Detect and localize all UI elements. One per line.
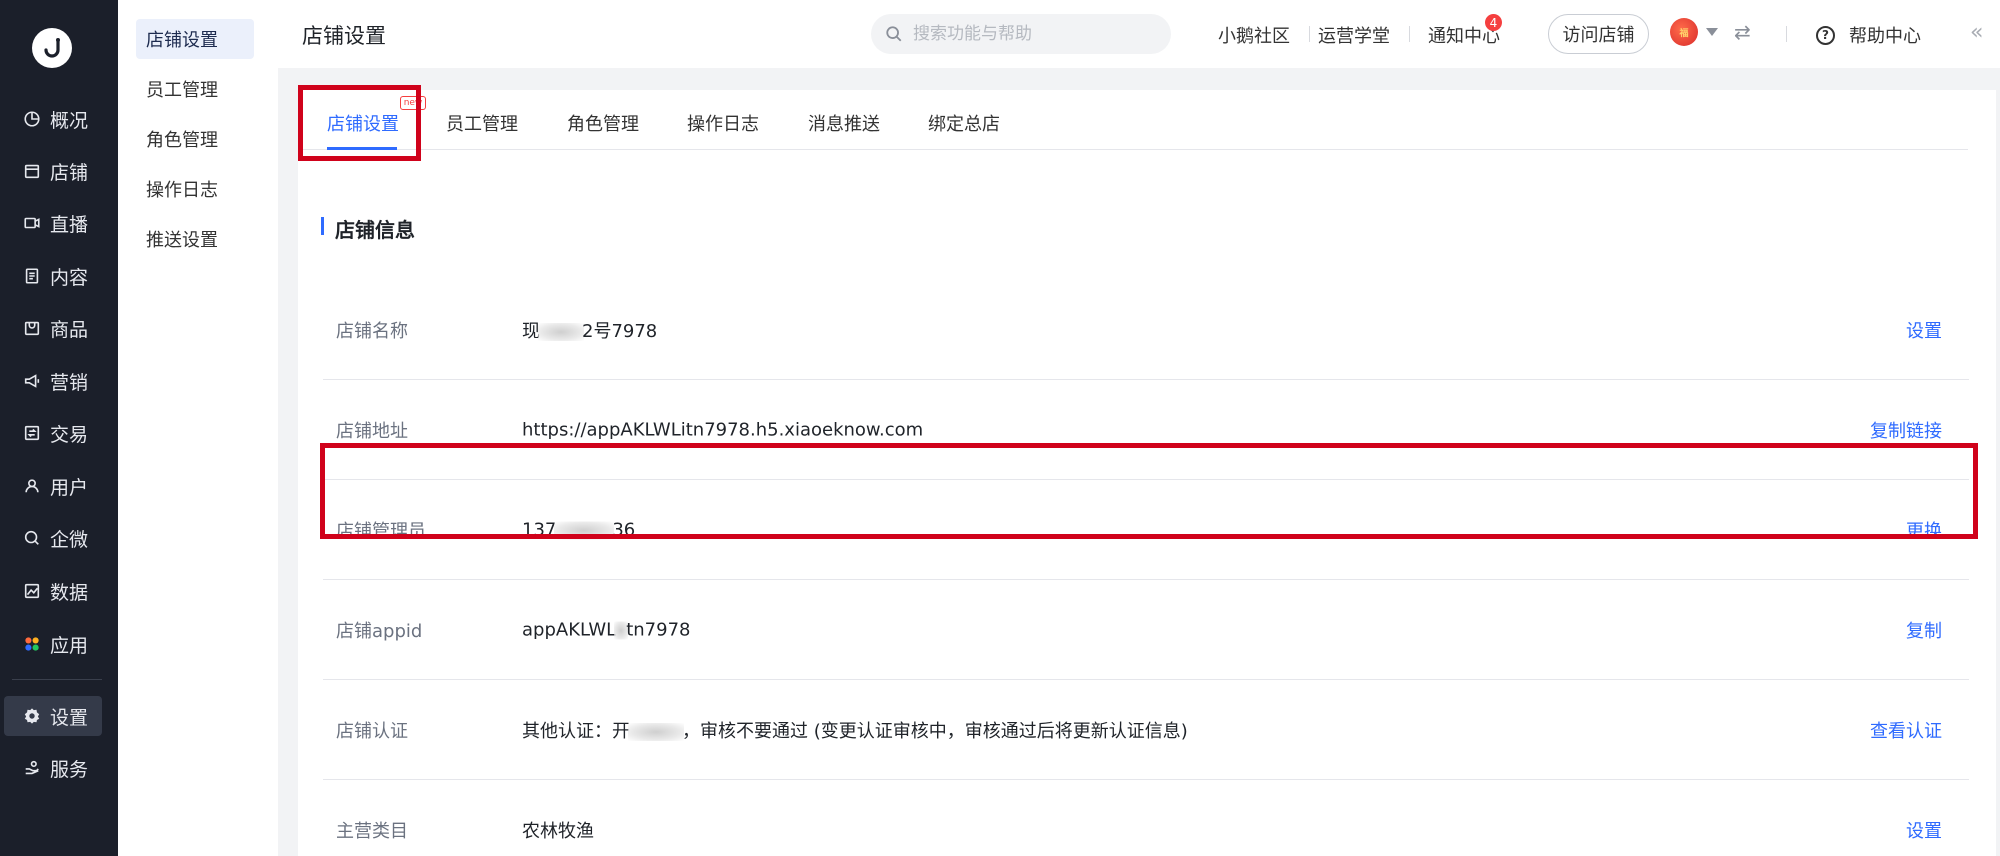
main-card: 店铺设置 new 员工管理 角色管理 操作日志 消息推送 绑定总店 店铺信息 店… <box>298 85 1996 856</box>
academy-link[interactable]: 运营学堂 <box>1318 22 1390 48</box>
chevron-down-icon[interactable] <box>1706 28 1718 36</box>
subnav-item-logs[interactable]: 操作日志 <box>136 169 254 209</box>
nav-item-store[interactable]: 店铺 <box>0 151 118 191</box>
data-icon <box>22 581 42 601</box>
page-title: 店铺设置 <box>302 24 386 48</box>
search-icon <box>886 26 902 42</box>
main-nav: 概况 店铺 直播 内容 商品 营销 交易 用户 企微 数据 应用 设置 服务 <box>0 0 118 856</box>
nav-item-wecom[interactable]: 企微 <box>0 518 118 558</box>
help-icon: ? <box>1816 25 1835 45</box>
copy-appid-button[interactable]: 复制 <box>1906 617 1942 643</box>
nav-item-data[interactable]: 数据 <box>0 571 118 611</box>
live-icon <box>22 213 42 233</box>
tab-bind-head-store[interactable]: 绑定总店 <box>928 110 1000 136</box>
row-value: 农林牧渔 <box>522 820 594 842</box>
row-value: https://appAKLWLitn7978.h5.xiaoeknow.com <box>522 419 924 440</box>
active-tab-indicator <box>327 147 397 150</box>
set-category-button[interactable]: 设置 <box>1906 817 1942 843</box>
row-value: 现 2号7978 <box>522 320 658 342</box>
row-label: 店铺认证 <box>336 720 408 742</box>
row-label: 店铺appid <box>336 620 423 642</box>
info-row-main-category: 主营类目 农林牧渔 设置 <box>323 780 1969 856</box>
nav-divider <box>12 679 102 680</box>
service-icon <box>22 758 42 778</box>
set-name-button[interactable]: 设置 <box>1906 317 1942 343</box>
tab-bar: 店铺设置 new 员工管理 角色管理 操作日志 消息推送 绑定总店 <box>298 90 1968 150</box>
row-label: 店铺名称 <box>336 320 408 342</box>
info-row-store-name: 店铺名称 现 2号7978 设置 <box>323 280 1969 380</box>
row-value: 其他认证：开 ，审核不要通过 (变更认证审核中，审核通过后将更新认证信息) <box>522 720 1188 742</box>
gear-icon <box>22 706 42 726</box>
nav-item-product[interactable]: 商品 <box>0 308 118 348</box>
subnav-item-push[interactable]: 推送设置 <box>136 219 254 259</box>
dashboard-icon <box>22 109 42 129</box>
nav-item-content[interactable]: 内容 <box>0 256 118 296</box>
change-admin-button[interactable]: 更换 <box>1906 517 1942 543</box>
subnav-item-staff[interactable]: 员工管理 <box>136 69 254 109</box>
info-row-store-address: 店铺地址 https://appAKLWLitn7978.h5.xiaoekno… <box>323 380 1969 480</box>
header-separator <box>1786 26 1787 42</box>
row-value: 137 36 <box>522 519 636 540</box>
header-separator <box>1309 26 1310 42</box>
subnav-item-roles[interactable]: 角色管理 <box>136 119 254 159</box>
store-icon <box>22 161 42 181</box>
nav-item-live[interactable]: 直播 <box>0 203 118 243</box>
nav-item-apps[interactable]: 应用 <box>0 624 118 664</box>
collapse-icon[interactable]: « <box>1970 20 1983 45</box>
top-header: 店铺设置 小鹅社区 运营学堂 通知中心 4 访问店铺 福 ⇄ ? 帮助中心 « <box>278 0 2000 68</box>
row-label: 店铺地址 <box>336 420 408 442</box>
section-title: 店铺信息 <box>321 214 415 243</box>
visit-store-button[interactable]: 访问店铺 <box>1548 14 1649 54</box>
nav-item-user[interactable]: 用户 <box>0 466 118 506</box>
header-separator <box>1409 26 1410 42</box>
avatar[interactable]: 福 <box>1670 18 1698 46</box>
info-row-store-certification: 店铺认证 其他认证：开 ，审核不要通过 (变更认证审核中，审核通过后将更新认证信息… <box>323 680 1969 780</box>
tab-roles[interactable]: 角色管理 <box>567 110 639 136</box>
app-logo-icon[interactable] <box>32 28 72 68</box>
row-value: appAKLWL tn7978 <box>522 619 691 640</box>
megaphone-icon <box>22 371 42 391</box>
search-input[interactable] <box>913 24 1143 44</box>
apps-icon <box>22 634 42 654</box>
sub-nav: 店铺设置 员工管理 角色管理 操作日志 推送设置 <box>118 0 278 856</box>
product-icon <box>22 318 42 338</box>
info-row-store-admin: 店铺管理员 137 36 更换 <box>323 480 1969 580</box>
nav-item-settings[interactable]: 设置 <box>4 696 102 736</box>
new-tag: new <box>400 96 426 110</box>
tab-store-settings[interactable]: 店铺设置 <box>327 110 399 136</box>
nav-item-marketing[interactable]: 营销 <box>0 361 118 401</box>
subnav-item-store-settings[interactable]: 店铺设置 <box>136 19 254 59</box>
transaction-icon <box>22 423 42 443</box>
info-row-store-appid: 店铺appid appAKLWL tn7978 复制 <box>323 580 1969 680</box>
view-certification-button[interactable]: 查看认证 <box>1870 717 1942 743</box>
community-link[interactable]: 小鹅社区 <box>1218 22 1290 48</box>
search-box[interactable] <box>871 14 1171 54</box>
user-icon <box>22 476 42 496</box>
content-icon <box>22 266 42 286</box>
tab-logs[interactable]: 操作日志 <box>687 110 759 136</box>
nav-item-overview[interactable]: 概况 <box>0 99 118 139</box>
row-label: 店铺管理员 <box>336 520 426 542</box>
notification-badge: 4 <box>1485 14 1502 31</box>
nav-item-service[interactable]: 服务 <box>0 748 118 788</box>
row-label: 主营类目 <box>336 820 408 842</box>
switch-icon[interactable]: ⇄ <box>1734 20 1751 44</box>
copy-link-button[interactable]: 复制链接 <box>1870 417 1942 443</box>
help-center-link[interactable]: ? 帮助中心 <box>1816 22 1921 48</box>
wecom-icon <box>22 528 42 548</box>
tab-staff[interactable]: 员工管理 <box>446 110 518 136</box>
nav-item-transaction[interactable]: 交易 <box>0 413 118 453</box>
tab-push[interactable]: 消息推送 <box>808 110 880 136</box>
